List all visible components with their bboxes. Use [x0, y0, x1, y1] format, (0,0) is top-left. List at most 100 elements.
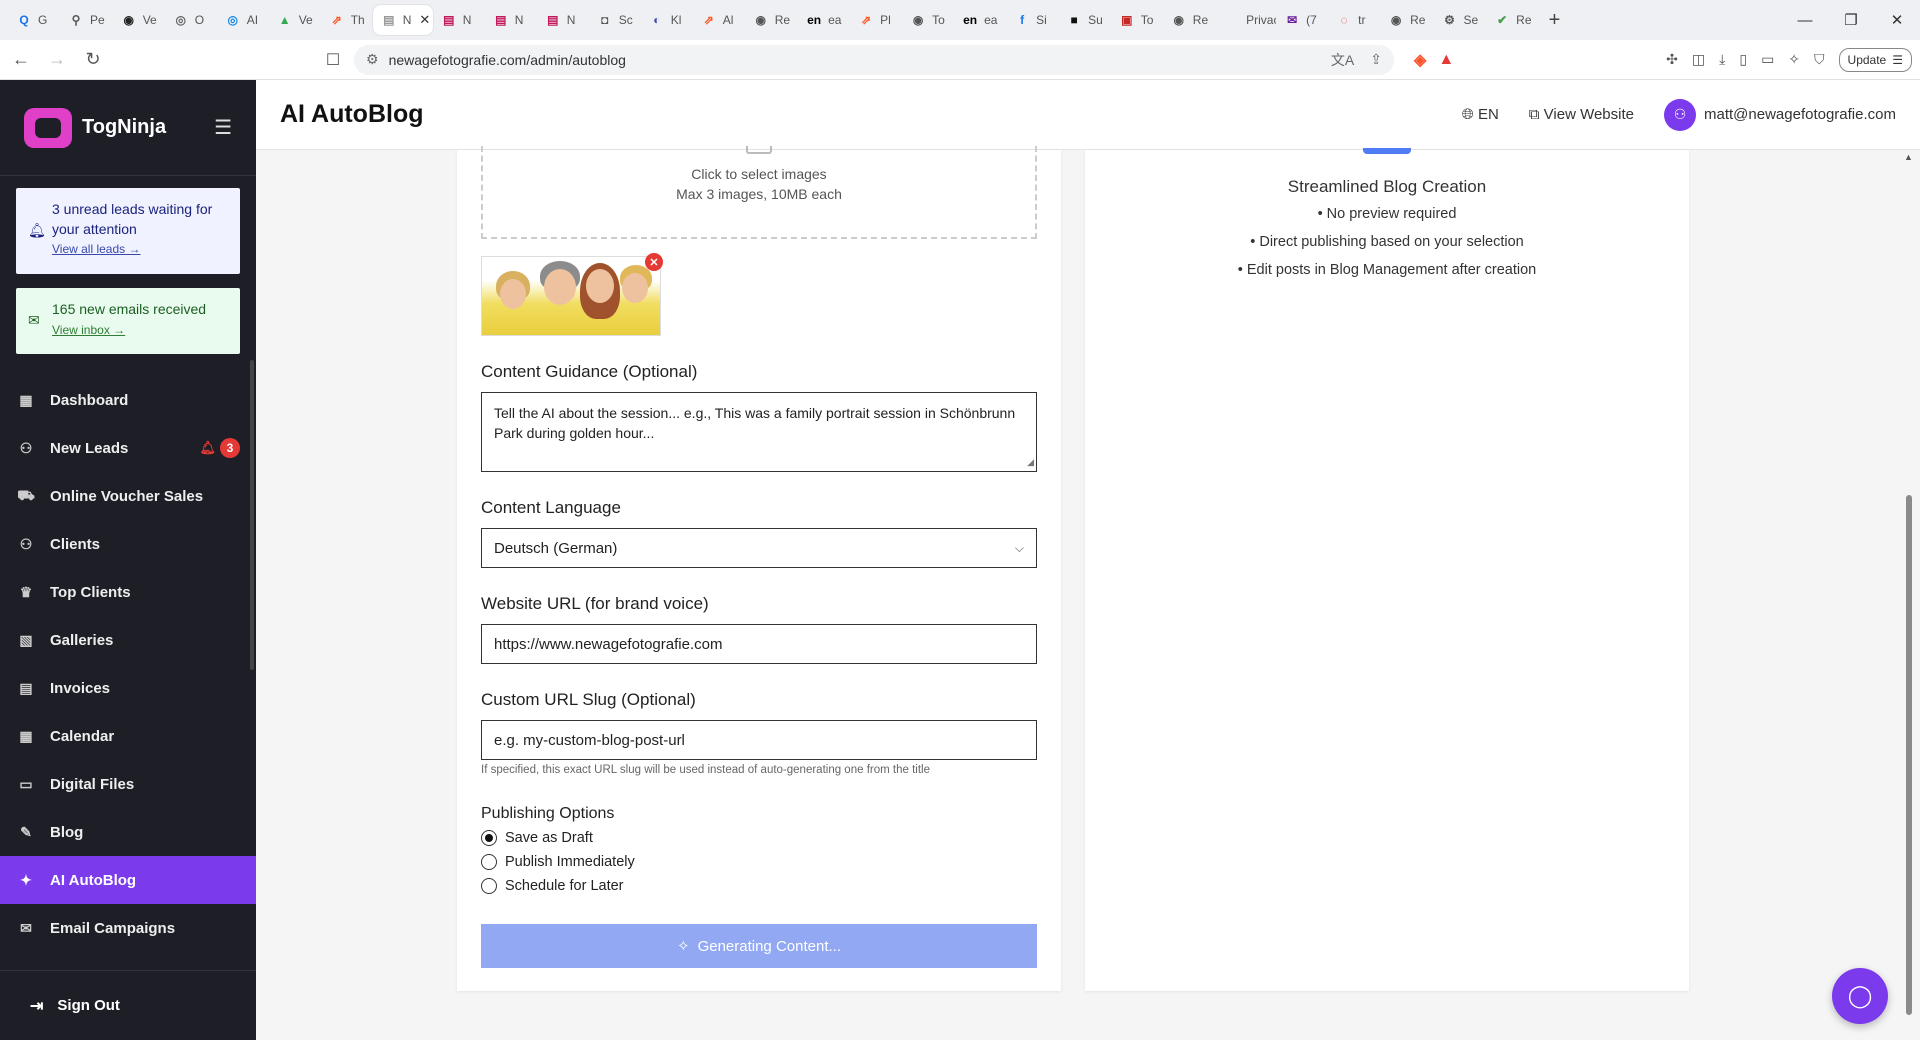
sidebar-item-top-clients[interactable]: ♛ Top Clients — [0, 568, 256, 616]
publish-option-radio[interactable]: Schedule for Later — [481, 878, 624, 894]
browser-tab[interactable]: ◘ Sc — [589, 5, 641, 35]
view-website-link[interactable]: ⧉ View Website — [1529, 106, 1634, 123]
close-window-icon[interactable]: ✕ — [1874, 0, 1920, 40]
browser-tab[interactable]: ⇗ Pl — [850, 5, 902, 35]
mail-notice: ✉ 165 new emails received View inbox → — [16, 288, 240, 354]
tab-title: Sc — [618, 13, 633, 27]
sidebar-item-digital-files[interactable]: ▭ Digital Files — [0, 760, 256, 808]
menu-toggle-icon[interactable]: ☰ — [214, 115, 232, 140]
leo-icon[interactable]: ✧ — [1788, 51, 1800, 68]
remove-image-button[interactable]: ✕ — [645, 253, 663, 271]
extensions-icon[interactable]: ✣ — [1666, 51, 1678, 68]
browser-tab[interactable]: ⚲ Pe — [60, 5, 113, 35]
browser-tab[interactable]: ▣ To — [1111, 5, 1163, 35]
user-menu[interactable]: ⚇ matt@newagefotografie.com — [1664, 98, 1896, 131]
generate-button-label: Generating Content... — [697, 937, 841, 955]
resize-handle-icon[interactable]: ◢ — [1027, 456, 1034, 469]
browser-tab[interactable]: ⇗ Th — [321, 5, 373, 35]
browser-tab[interactable]: ▤ N ✕ — [372, 5, 433, 35]
restore-icon[interactable]: ❐ — [1828, 0, 1874, 40]
browser-tab[interactable]: ▤ N — [433, 5, 485, 35]
vpn-icon[interactable]: ⛉ — [1814, 51, 1825, 68]
sidebar-item-voucher-sales[interactable]: ⛟ Online Voucher Sales — [0, 472, 256, 520]
browser-tab[interactable]: ▤ N — [537, 5, 589, 35]
browser-tab[interactable]: ✉ (7 — [1276, 5, 1328, 35]
sidebar-item-invoices[interactable]: ▤ Invoices — [0, 664, 256, 712]
publish-option-radio[interactable]: Publish Immediately — [481, 854, 635, 870]
image-upload-dropzone[interactable]: Click to select images Max 3 images, 10M… — [481, 146, 1037, 239]
tab-title: N — [462, 13, 472, 27]
language-switcher[interactable]: 🌐︎ EN — [1462, 106, 1499, 123]
sidebar-scrollbar[interactable] — [250, 360, 254, 670]
scrollbar-thumb[interactable] — [1906, 495, 1912, 1015]
browser-tab[interactable]: ◉ Re — [1380, 5, 1433, 35]
browser-tab[interactable]: ■ Su — [1058, 5, 1111, 35]
browser-tab[interactable]: ⚙ Se — [1433, 5, 1486, 35]
browser-tab[interactable]: ◎ O — [165, 5, 217, 35]
browser-tab[interactable]: ✔ Re — [1486, 5, 1539, 35]
wallet-icon[interactable]: ▭ — [1761, 51, 1774, 68]
browser-tab[interactable]: ◎ AI — [217, 5, 269, 35]
browser-tab[interactable]: QG — [8, 5, 60, 35]
reload-icon[interactable]: ↻ — [78, 45, 108, 75]
back-icon[interactable]: ← — [6, 45, 36, 75]
address-bar[interactable]: ⚙ newagefotografie.com/admin/autoblog 文A… — [354, 44, 1394, 75]
sidebar-item-label: Invoices — [50, 679, 111, 697]
sidebar-item-galleries[interactable]: ▧ Galleries — [0, 616, 256, 664]
translate-icon[interactable]: 文A — [1331, 50, 1354, 70]
view-inbox-link[interactable]: View inbox → — [52, 323, 125, 337]
download-icon[interactable]: ⤓ — [1719, 51, 1725, 68]
page-scrollbar[interactable]: ▲ — [1904, 150, 1914, 1040]
publish-option-radio[interactable]: Save as Draft — [481, 830, 593, 846]
sidebar-item-label: Online Voucher Sales — [50, 487, 204, 505]
browser-tab[interactable]: ▲ Ve — [269, 5, 321, 35]
bookmark-icon[interactable]: ☐ — [318, 45, 348, 75]
forward-icon[interactable]: → — [42, 45, 72, 75]
sidebar-item-blog[interactable]: ✎ Blog — [0, 808, 256, 856]
scroll-up-icon[interactable]: ▲ — [1904, 152, 1913, 162]
browser-tab[interactable]: ◉ Re — [1163, 5, 1216, 35]
view-all-leads-link[interactable]: View all leads → — [52, 242, 141, 256]
leads-notice: 🔔︎ 3 unread leads waiting for your atten… — [16, 188, 240, 274]
browser-tab[interactable]: ◉ Re — [745, 5, 798, 35]
tab-favicon-icon: ◉ — [755, 13, 766, 27]
info-bullet: • Edit posts in Blog Management after cr… — [1237, 262, 1537, 278]
chat-button[interactable]: ◯ — [1832, 968, 1888, 1024]
tab-title: tr — [1358, 13, 1366, 27]
update-button[interactable]: Update ☰ — [1838, 47, 1912, 72]
sidebar-item-email-campaigns[interactable]: ✉ Email Campaigns — [0, 904, 256, 952]
sidebar-item-clients[interactable]: ⚇ Clients — [0, 520, 256, 568]
sidebar-item-dashboard[interactable]: ▦ Dashboard — [0, 376, 256, 424]
sidebar-toggle-icon[interactable]: ▯ — [1739, 51, 1747, 68]
browser-tab[interactable]: f Si — [1006, 5, 1058, 35]
browser-tab[interactable]: ◐ Kl — [641, 5, 693, 35]
sidebar-item-calendar[interactable]: ▦ Calendar — [0, 712, 256, 760]
browser-tab[interactable]: en ea — [954, 5, 1006, 35]
browser-tab[interactable]: ⇗ Al — [693, 5, 745, 35]
browser-tab[interactable]: ◉ Ve — [113, 5, 165, 35]
sidebar-item-ai-autoblog[interactable]: ✦ AI AutoBlog — [0, 856, 256, 904]
browser-tab[interactable]: en ea — [798, 5, 850, 35]
language-select[interactable]: Deutsch (German) ⌵ — [481, 528, 1037, 568]
share-icon[interactable]: ⇪ — [1370, 51, 1382, 68]
new-tab-button[interactable]: + — [1540, 5, 1570, 35]
tab-title: To — [932, 13, 945, 27]
browser-tab[interactable]: ◉ To — [902, 5, 954, 35]
sidebar-item-new-leads[interactable]: ⚇ New Leads 🔔︎ 3 — [0, 424, 256, 472]
screenshot-icon[interactable]: ◫ — [1692, 51, 1705, 68]
calendar-icon: ▦ — [19, 727, 33, 744]
close-tab-icon[interactable]: ✕ — [419, 12, 430, 28]
browser-tab[interactable]: ▤ N — [485, 5, 537, 35]
browser-tab[interactable]: Privac — [1216, 5, 1276, 35]
rewards-icon[interactable]: ▲ — [1438, 51, 1454, 69]
site-info-icon[interactable]: ⚙ — [366, 51, 379, 68]
brave-shield-icon[interactable]: ◈ — [1414, 50, 1426, 70]
sign-out-button[interactable]: ⇥ Sign Out — [0, 970, 256, 1040]
slug-input[interactable]: e.g. my-custom-blog-post-url — [481, 720, 1037, 760]
website-url-input[interactable]: https://www.newagefotografie.com — [481, 624, 1037, 664]
guidance-textarea[interactable]: Tell the AI about the session... e.g., T… — [481, 392, 1037, 472]
tab-title: ea — [984, 13, 998, 27]
browser-tab[interactable]: ◌ tr — [1328, 5, 1380, 35]
generate-content-button[interactable]: ✧ Generating Content... — [481, 924, 1037, 968]
minimize-icon[interactable]: — — [1782, 0, 1828, 40]
